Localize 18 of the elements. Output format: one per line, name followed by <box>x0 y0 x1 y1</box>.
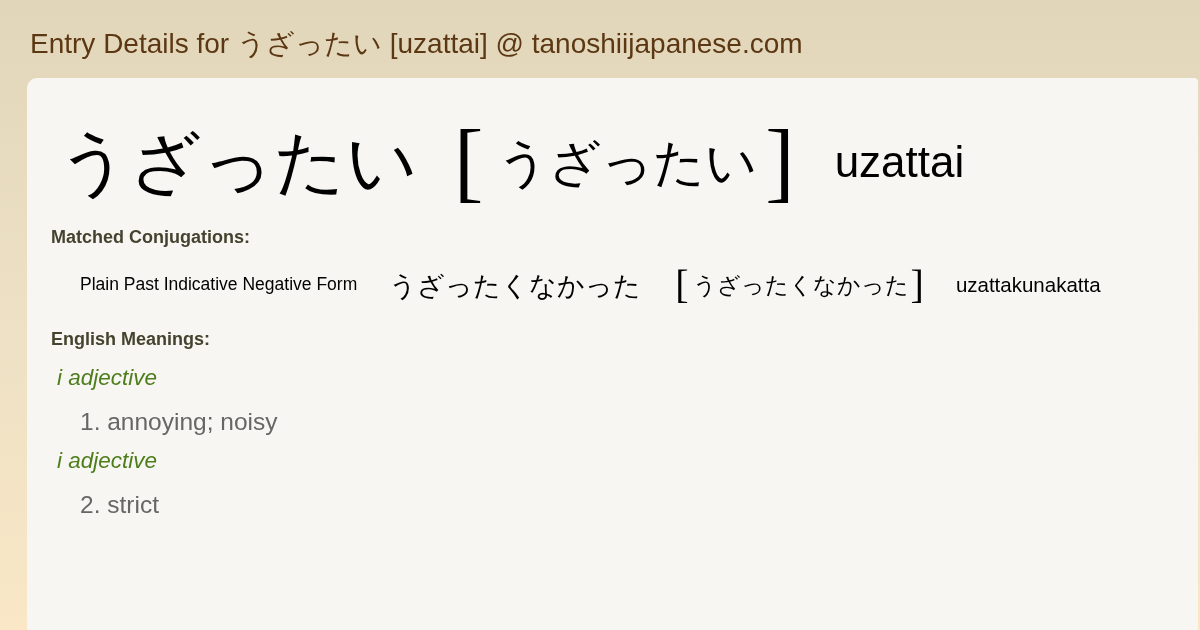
reading-bracket: ] <box>765 118 795 206</box>
meaning-text: 2. strict <box>80 491 159 518</box>
meaning-text: 1. annoying; noisy <box>80 408 278 435</box>
conjugation-japanese: うざったくなかった <box>389 271 642 299</box>
page-title: Entry Details for うざったい [uzattai] @ tanoshiijapanese.com <box>30 28 803 59</box>
reading-bracket: ] <box>910 265 924 305</box>
conjugation-reading: うざったくなかった <box>692 273 909 297</box>
reading-bracket: [ <box>454 118 484 206</box>
reading-text: うざったい <box>497 136 758 188</box>
romaji-text: uzattai <box>834 140 965 184</box>
reading-bracket: [ <box>675 265 689 305</box>
headword: うざったい <box>58 127 418 197</box>
section-heading: English Meanings: <box>51 329 210 349</box>
part-of-speech: i adjective <box>57 365 158 390</box>
section-heading: Matched Conjugations: <box>51 227 250 247</box>
conjugation-romaji: uzattakunakatta <box>955 274 1101 296</box>
part-of-speech: i adjective <box>57 448 158 473</box>
conjugation-form: Plain Past Indicative Negative Form <box>80 276 358 294</box>
